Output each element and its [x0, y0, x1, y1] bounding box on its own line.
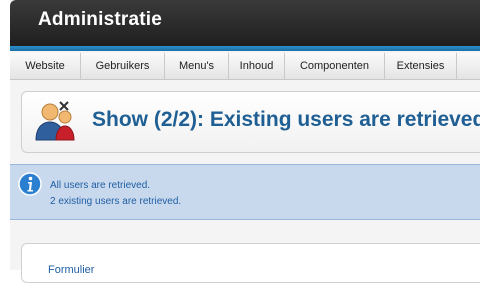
menu-item-extensies[interactable]: Extensies	[385, 53, 457, 79]
menu-item-inhoud[interactable]: Inhoud	[229, 53, 285, 79]
message-line: All users are retrieved.	[50, 180, 151, 191]
info-icon	[18, 172, 42, 196]
content-heading: Formulier	[48, 264, 95, 276]
message-line: 2 existing users are retrieved.	[50, 196, 182, 207]
page-title: Show (2/2): Existing users are retrieved	[92, 108, 480, 131]
main-menu: Website Gebruikers Menu's Inhoud Compone…	[10, 53, 480, 80]
system-message: All users are retrieved. 2 existing user…	[10, 164, 480, 220]
users-icon	[35, 101, 75, 141]
menu-item-componenten[interactable]: Componenten	[285, 53, 385, 79]
menu-item-website[interactable]: Website	[10, 53, 81, 79]
toolbar-box: Show (2/2): Existing users are retrieved	[21, 91, 480, 153]
app-title: Administratie	[38, 9, 163, 30]
menu-item-gebruikers[interactable]: Gebruikers	[81, 53, 165, 79]
app-header: Administratie	[10, 0, 480, 46]
header-accent-band	[10, 46, 480, 51]
content-panel: Formulier	[21, 243, 480, 283]
menu-item-menus[interactable]: Menu's	[165, 53, 229, 79]
menu-item-overflow	[457, 53, 480, 79]
